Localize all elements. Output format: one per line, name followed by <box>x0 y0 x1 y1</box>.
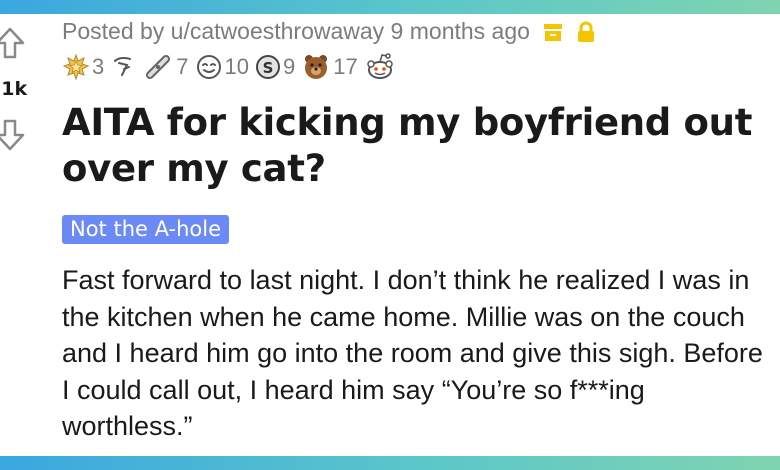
post-meta: Posted by u/catwoesthrowaway 9 months ag… <box>62 18 596 45</box>
lock-icon <box>577 21 594 42</box>
award-item[interactable]: 3 <box>62 53 104 81</box>
award-count: 7 <box>176 54 189 79</box>
bottom-gradient-border <box>0 456 780 470</box>
award-item[interactable]: 10 <box>195 53 249 81</box>
archive-icon <box>543 23 562 41</box>
award-item[interactable]: S 9 <box>255 53 295 81</box>
award-item[interactable]: 17 <box>301 52 358 82</box>
bear-award-icon <box>305 55 328 79</box>
vote-column: .1k <box>0 14 48 456</box>
bandage-award-icon <box>146 55 171 79</box>
post-body: Fast forward to last night. I don’t thin… <box>62 265 763 442</box>
vote-count: .1k <box>0 78 28 100</box>
snoo-award-icon <box>366 53 393 79</box>
award-count: 10 <box>224 54 249 79</box>
post-title[interactable]: AITA for kicking my boyfriend out over m… <box>62 100 772 192</box>
hand-award-icon <box>114 56 132 76</box>
gold-star-award-icon <box>62 53 90 81</box>
top-gradient-border <box>0 0 780 14</box>
face-award-icon <box>196 55 221 79</box>
posted-by-text[interactable]: Posted by u/catwoesthrowaway 9 months ag… <box>62 18 530 45</box>
post-flair[interactable]: Not the A-hole <box>62 215 229 244</box>
awards-row: 3 7 10 S 9 17 <box>62 50 404 84</box>
svg-text:S: S <box>263 59 274 77</box>
downvote-arrow-icon[interactable] <box>0 118 26 152</box>
award-item[interactable] <box>110 53 138 81</box>
award-count: 17 <box>333 54 358 79</box>
upvote-arrow-icon[interactable] <box>0 26 26 60</box>
silver-s-award-icon: S <box>255 55 280 79</box>
award-item[interactable]: 7 <box>144 53 189 81</box>
award-item[interactable] <box>364 52 398 82</box>
award-count: 3 <box>92 54 105 79</box>
award-count: 9 <box>282 54 296 79</box>
